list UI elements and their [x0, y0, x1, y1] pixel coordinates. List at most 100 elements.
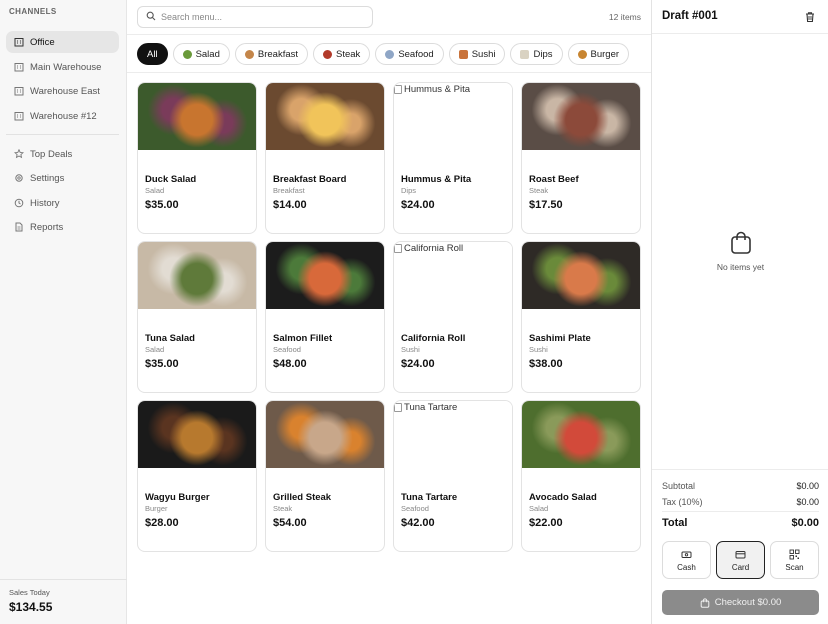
- product-card[interactable]: Wagyu Burger Burger $28.00: [137, 400, 257, 552]
- pay-cash-button[interactable]: Cash: [662, 541, 711, 579]
- chip-dips[interactable]: Dips: [510, 43, 563, 65]
- pay-card-button[interactable]: Card: [716, 541, 765, 579]
- building-icon: [14, 37, 24, 47]
- product-image: Tuna Tartare: [394, 401, 512, 468]
- sidebar-item-top-deals[interactable]: Top Deals: [6, 143, 119, 165]
- sidebar-item-warehouse-east[interactable]: Warehouse East: [6, 80, 119, 102]
- product-price: $22.00: [529, 517, 563, 529]
- chip-breakfast[interactable]: Breakfast: [234, 43, 309, 65]
- product-card[interactable]: Duck Salad Salad $35.00: [137, 82, 257, 234]
- cash-icon: [681, 549, 692, 560]
- total-row: Total $0.00: [662, 517, 819, 529]
- chip-sushi[interactable]: Sushi: [448, 43, 506, 65]
- product-name: Hummus & Pita: [401, 174, 472, 185]
- product-category: Salad: [145, 186, 165, 195]
- chip-all[interactable]: All: [137, 43, 168, 65]
- sushi-icon: [458, 49, 468, 59]
- sidebar-item-history[interactable]: History: [6, 192, 119, 214]
- product-image: [138, 83, 256, 150]
- product-card[interactable]: Roast Beef Steak $17.50: [521, 82, 641, 234]
- alt-text: Tuna Tartare: [404, 402, 458, 413]
- product-card[interactable]: Tuna Tartare Tuna Tartare Seafood $42.00: [393, 400, 513, 552]
- product-card[interactable]: Tuna Salad Salad $35.00: [137, 241, 257, 393]
- chip-burger[interactable]: Burger: [567, 43, 630, 65]
- product-image: [138, 401, 256, 468]
- product-card[interactable]: Breakfast Board Breakfast $14.00: [265, 82, 385, 234]
- card-icon: [735, 549, 746, 560]
- sidebar-item-warehouse-12[interactable]: Warehouse #12: [6, 105, 119, 127]
- chip-salad[interactable]: Salad: [172, 43, 230, 65]
- product-image: [266, 83, 384, 150]
- chip-label: Steak: [336, 48, 361, 60]
- topbar: 12 items: [127, 0, 651, 36]
- search-box[interactable]: [137, 6, 373, 28]
- broken-image-alt: California Roll: [394, 243, 463, 254]
- product-name: Salmon Fillet: [273, 333, 333, 344]
- salad-icon: [182, 49, 192, 59]
- product-image: [522, 83, 640, 150]
- product-name: Wagyu Burger: [145, 492, 210, 503]
- chip-steak[interactable]: Steak: [313, 43, 371, 65]
- divider: [127, 72, 651, 73]
- building-icon: [14, 111, 24, 121]
- product-card[interactable]: Grilled Steak Steak $54.00: [265, 400, 385, 552]
- product-card[interactable]: California Roll California Roll Sushi $24.0…: [393, 241, 513, 393]
- product-name: Avocado Salad: [529, 492, 597, 503]
- sidebar-item-main-warehouse[interactable]: Main Warehouse: [6, 56, 119, 78]
- tax-row: Tax (10%) $0.00: [662, 497, 819, 507]
- product-price: $38.00: [529, 358, 563, 370]
- sales-today-label: Sales Today: [9, 588, 50, 597]
- sidebar: CHANNELS Office Main Warehouse Warehouse…: [0, 0, 127, 624]
- qr-icon: [789, 549, 800, 560]
- product-category: Sushi: [529, 345, 548, 354]
- chip-label: Seafood: [398, 48, 434, 60]
- product-image: [522, 242, 640, 309]
- product-name: Tuna Salad: [145, 333, 195, 344]
- chip-label: Salad: [195, 48, 220, 60]
- product-card[interactable]: Avocado Salad Salad $22.00: [521, 400, 641, 552]
- sidebar-item-reports[interactable]: Reports: [6, 216, 119, 238]
- alt-text: Hummus & Pita: [404, 84, 470, 95]
- sales-today-value: $134.55: [9, 600, 53, 614]
- product-image: [266, 401, 384, 468]
- trash-icon[interactable]: [804, 10, 816, 23]
- product-price: $24.00: [401, 358, 435, 370]
- sidebar-item-office[interactable]: Office: [6, 31, 119, 53]
- pay-label: Card: [731, 562, 750, 572]
- document-icon: [14, 222, 24, 232]
- burger-icon: [577, 49, 587, 59]
- product-card[interactable]: Hummus & Pita Hummus & Pita Dips $24.00: [393, 82, 513, 234]
- sidebar-divider: [6, 134, 119, 135]
- product-price: $54.00: [273, 517, 307, 529]
- sidebar-item-label: Main Warehouse: [30, 61, 102, 73]
- divider: [652, 33, 828, 34]
- sidebar-item-label: Settings: [30, 172, 65, 184]
- building-icon: [14, 62, 24, 72]
- divider: [127, 34, 651, 35]
- breakfast-icon: [244, 49, 254, 59]
- product-category: Steak: [273, 504, 293, 513]
- product-card[interactable]: Salmon Fillet Seafood $48.00: [265, 241, 385, 393]
- broken-image-alt: Tuna Tartare: [394, 402, 457, 413]
- order-panel: Draft #001 No items yet Subtotal $0.00 T…: [651, 0, 828, 624]
- pay-label: Cash: [677, 562, 696, 572]
- steak-icon: [323, 49, 333, 59]
- dips-icon: [520, 49, 530, 59]
- subtotal-value: $0.00: [796, 481, 819, 491]
- pay-scan-button[interactable]: Scan: [770, 541, 819, 579]
- checkout-label: Checkout $0.00: [714, 597, 782, 608]
- chip-seafood[interactable]: Seafood: [375, 43, 444, 65]
- broken-image-icon: [394, 403, 402, 412]
- checkout-button[interactable]: Checkout $0.00: [662, 590, 819, 615]
- shopping-bag-icon: [730, 231, 752, 255]
- chip-label: Breakfast: [257, 48, 299, 60]
- product-card[interactable]: Sashimi Plate Sushi $38.00: [521, 241, 641, 393]
- tax-label: Tax (10%): [662, 497, 703, 507]
- product-category: Breakfast: [273, 186, 305, 195]
- sidebar-item-label: Top Deals: [30, 148, 73, 160]
- sidebar-item-settings[interactable]: Settings: [6, 167, 119, 189]
- order-title: Draft #001: [662, 10, 718, 22]
- sidebar-item-label: Warehouse #12: [30, 110, 97, 122]
- search-input[interactable]: [161, 12, 361, 22]
- subtotal-label: Subtotal: [662, 481, 696, 491]
